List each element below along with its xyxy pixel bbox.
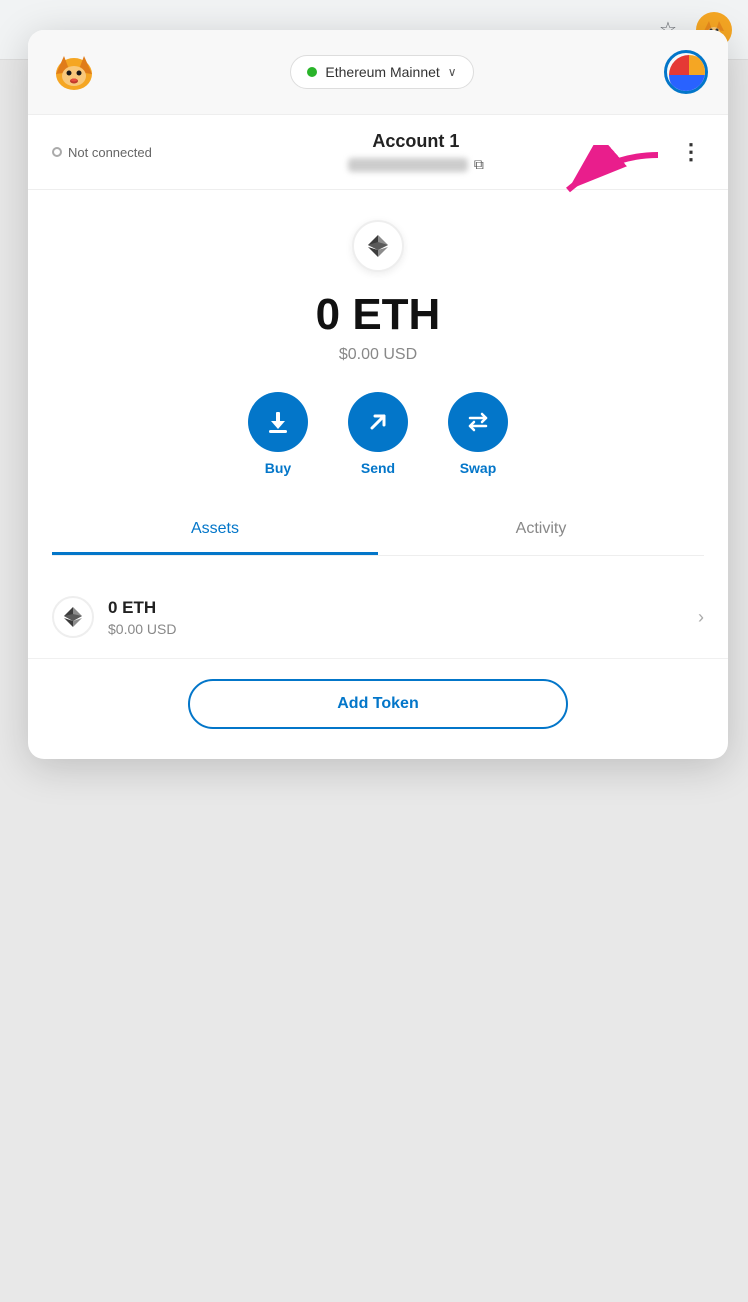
popup-header: Ethereum Mainnet ∨ xyxy=(28,30,728,115)
network-status-dot xyxy=(307,67,317,77)
main-tabs: Assets Activity xyxy=(52,506,704,556)
send-button[interactable] xyxy=(348,392,408,452)
add-token-section: Add Token xyxy=(28,659,728,759)
assets-list: 0 ETH $0.00 USD › xyxy=(28,576,728,659)
account-section: Not connected Account 1 ⧉ ⋮ xyxy=(28,115,728,190)
send-label: Send xyxy=(361,460,395,476)
swap-label: Swap xyxy=(460,460,497,476)
metamask-popup: Ethereum Mainnet ∨ Not connected Account… xyxy=(28,30,728,759)
balance-eth: 0 ETH xyxy=(316,290,441,340)
connection-status: Not connected xyxy=(52,145,152,160)
add-token-button[interactable]: Add Token xyxy=(188,679,568,729)
account-avatar[interactable] xyxy=(664,50,708,94)
eth-logo-circle xyxy=(352,220,404,272)
chevron-down-icon: ∨ xyxy=(448,65,457,79)
eth-asset-icon xyxy=(52,596,94,638)
not-connected-dot xyxy=(52,147,62,157)
network-name: Ethereum Mainnet xyxy=(325,64,439,80)
address-text xyxy=(348,158,468,172)
eth-asset-usd: $0.00 USD xyxy=(108,621,698,637)
metamask-logo xyxy=(48,46,100,98)
eth-asset-item[interactable]: 0 ETH $0.00 USD › xyxy=(28,576,728,659)
asset-chevron-icon: › xyxy=(698,607,704,628)
tab-activity[interactable]: Activity xyxy=(378,506,704,555)
eth-asset-info: 0 ETH $0.00 USD xyxy=(108,598,698,637)
buy-label: Buy xyxy=(265,460,291,476)
more-options-button[interactable]: ⋮ xyxy=(680,139,704,165)
buy-button-wrap[interactable]: Buy xyxy=(248,392,308,476)
tab-assets[interactable]: Assets xyxy=(52,506,378,555)
action-buttons: Buy Send xyxy=(248,392,508,476)
swap-button-wrap[interactable]: Swap xyxy=(448,392,508,476)
buy-button[interactable] xyxy=(248,392,308,452)
connection-status-label: Not connected xyxy=(68,145,152,160)
swap-button[interactable] xyxy=(448,392,508,452)
network-selector[interactable]: Ethereum Mainnet ∨ xyxy=(290,55,473,89)
account-address: ⧉ xyxy=(348,156,484,173)
copy-address-icon[interactable]: ⧉ xyxy=(474,156,484,173)
eth-asset-balance: 0 ETH xyxy=(108,598,698,618)
account-info: Account 1 ⧉ xyxy=(348,131,484,173)
balance-usd: $0.00 USD xyxy=(339,346,417,364)
send-button-wrap[interactable]: Send xyxy=(348,392,408,476)
account-name: Account 1 xyxy=(348,131,484,152)
balance-section: 0 ETH $0.00 USD Buy xyxy=(28,190,728,576)
